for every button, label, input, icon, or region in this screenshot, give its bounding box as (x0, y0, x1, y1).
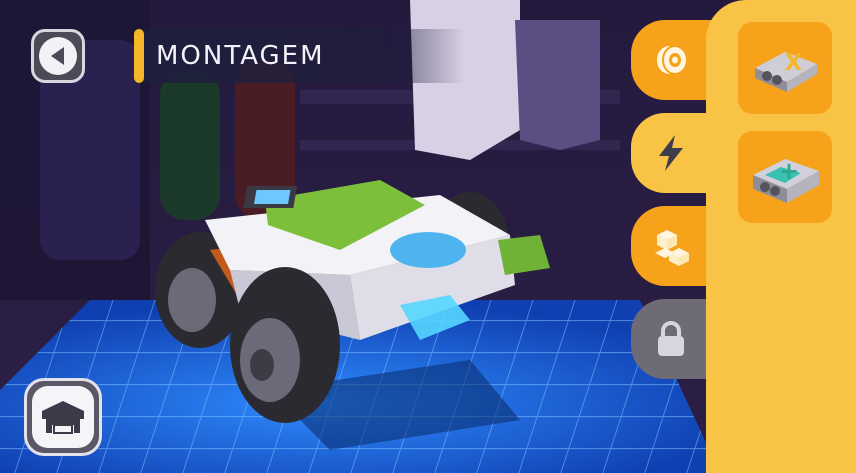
back-button-face (39, 37, 77, 75)
wheel-icon (657, 45, 688, 75)
battery-pack-remove-icon: X (755, 51, 817, 92)
garage-button-face (32, 386, 94, 448)
part-badge-remove: X (785, 51, 802, 76)
lightning-icon (659, 135, 683, 171)
part-card-battery-remove[interactable]: X (738, 22, 832, 114)
back-arrow-icon (51, 47, 64, 65)
part-badge-add: + (779, 157, 799, 185)
part-card-battery-add[interactable]: + (738, 131, 832, 223)
back-button[interactable] (31, 29, 85, 83)
lock-icon (658, 321, 684, 356)
title-accent (134, 29, 144, 83)
garage-icon (42, 401, 84, 434)
page-title: MONTAGEM (156, 41, 325, 71)
title-bar: MONTAGEM (134, 29, 464, 83)
battery-pack-add-icon: + (753, 157, 819, 203)
garage-button[interactable] (24, 378, 102, 456)
blocks-icon (655, 230, 689, 266)
